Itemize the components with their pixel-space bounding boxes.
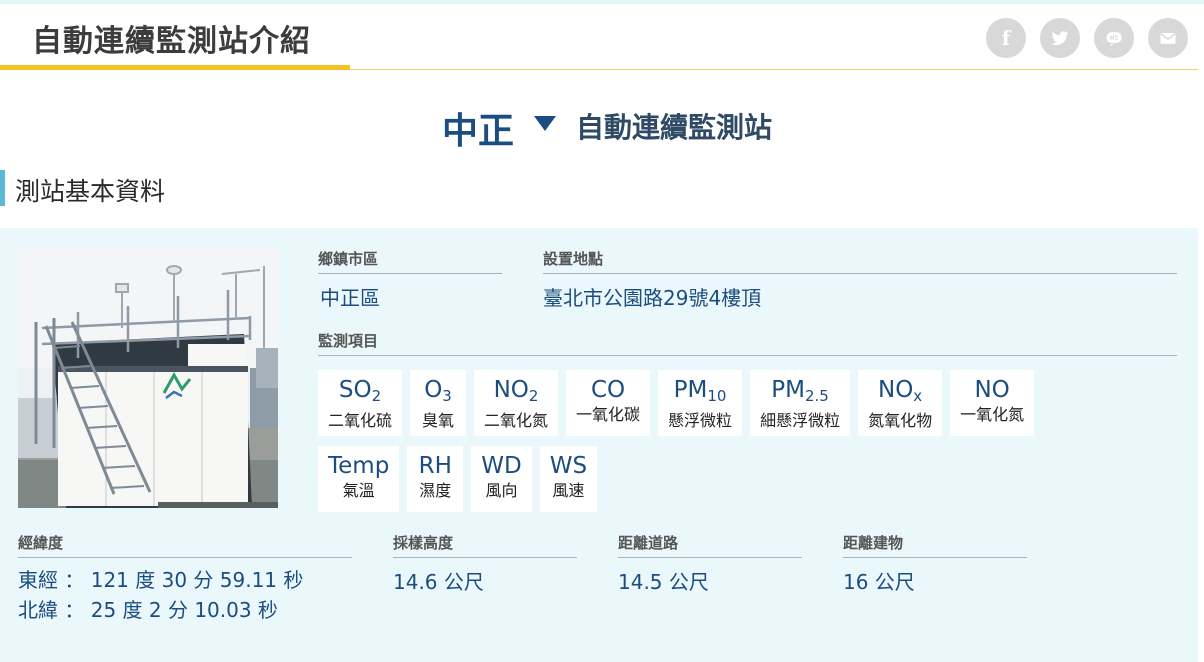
section-heading: 測站基本資料 (0, 170, 400, 206)
section-title: 測站基本資料 (15, 177, 166, 206)
station-info-panel: 鄉鎮市區 中正區 設置地點 臺北市公園路29號4樓頂 監測項目 SO2 二氧化硫 O… (0, 228, 1198, 662)
monitoring-item-code: SO2 (328, 376, 392, 410)
facebook-share-button[interactable]: f (986, 18, 1026, 58)
monitoring-item-code: PM2.5 (760, 376, 840, 410)
monitoring-item: O3 臭氧 (410, 370, 467, 436)
monitoring-item-name: 氣溫 (342, 481, 375, 500)
monitoring-item-code-base: NO (877, 377, 914, 403)
section-bar (0, 170, 5, 206)
monitoring-item-code: O3 (420, 376, 456, 410)
monitoring-item: PM2.5 細懸浮微粒 (750, 370, 851, 436)
longitude-value: 東經 ： 121 度 30 分 59.11 秒 (18, 568, 304, 592)
monitoring-items-row-2: Temp 氣溫 RH 濕度 WD 風向 WS 風速 (318, 446, 598, 512)
station-name: 中正 (442, 111, 515, 152)
monitoring-item-code: PM10 (668, 376, 732, 410)
coordinates-label: 經緯度 (18, 532, 352, 558)
monitoring-item-code-base: SO (338, 377, 372, 403)
monitoring-item-code: WS (550, 452, 587, 480)
monitoring-item-code: RH (417, 452, 453, 480)
district-label: 鄉鎮市區 (318, 248, 502, 274)
monitoring-item-code: CO (576, 376, 640, 404)
monitoring-item-name: 細懸浮微粒 (760, 411, 841, 430)
station-photo (18, 248, 278, 508)
line-icon (1106, 32, 1122, 47)
monitoring-item: SO2 二氧化硫 (318, 370, 403, 436)
monitoring-item: RH 濕度 (407, 446, 464, 512)
station-dropdown-arrow-icon[interactable] (534, 116, 556, 131)
monitoring-item-code-base: O (424, 377, 443, 403)
address-label: 設置地點 (543, 248, 1177, 274)
monitoring-item-code-subscript: 10 (707, 387, 727, 405)
monitoring-item-code-base: WD (481, 453, 522, 479)
monitoring-item-code: NOx (868, 376, 932, 410)
monitoring-item-code-subscript: 3 (442, 387, 452, 405)
page-title: 自動連續監測站介紹 (32, 24, 311, 59)
monitoring-item-code: NO2 (484, 376, 548, 410)
monitoring-item: PM10 懸浮微粒 (658, 370, 743, 436)
monitoring-item: WD 風向 (471, 446, 532, 512)
mail-share-button[interactable] (1148, 18, 1188, 58)
monitoring-item-code-subscript: 2 (371, 387, 382, 405)
monitoring-item-code-base: NO (974, 377, 1010, 403)
monitoring-item-code-base: PM (673, 377, 708, 403)
monitoring-item-name: 風向 (485, 481, 518, 500)
monitoring-item-name: 氮氧化物 (868, 411, 933, 430)
monitoring-item-name: 臭氧 (422, 411, 455, 430)
latitude-value: 北緯 ： 25 度 2 分 10.03 秒 (18, 598, 278, 622)
monitoring-item-name: 懸浮微粒 (668, 411, 733, 430)
monitoring-item-name: 二氧化硫 (328, 411, 393, 430)
monitoring-items-label: 監測項目 (318, 330, 1177, 356)
address-value: 臺北市公園路29號4樓頂 (543, 286, 762, 310)
twitter-icon (1051, 31, 1069, 45)
station-suffix: 自動連續監測站 (576, 111, 773, 144)
monitoring-item-name: 一氧化碳 (576, 405, 641, 424)
monitoring-item-code: NO (960, 376, 1024, 404)
monitoring-item-code-subscript: 2 (528, 387, 539, 405)
building-distance-value: 16 公尺 (843, 570, 915, 594)
monitoring-item: NO 一氧化氮 (950, 370, 1035, 436)
road-distance-value: 14.5 公尺 (618, 570, 709, 594)
district-value: 中正區 (320, 286, 380, 310)
line-share-button[interactable] (1094, 18, 1134, 58)
monitoring-item-code-base: RH (418, 453, 452, 479)
monitoring-item-code-subscript: 2.5 (805, 387, 829, 405)
monitoring-item-code-base: NO (493, 377, 529, 403)
monitoring-item: WS 風速 (539, 446, 598, 512)
monitoring-item-name: 二氧化氮 (484, 411, 549, 430)
monitoring-item: NOx 氮氧化物 (858, 370, 943, 436)
monitoring-items-row-1: SO2 二氧化硫 O3 臭氧 NO2 二氧化氮 CO 一氧化碳 PM10 懸浮微粒 PM2.5 細懸浮… (318, 370, 1035, 436)
monitoring-item: CO 一氧化碳 (566, 370, 651, 436)
mail-icon (1160, 33, 1176, 44)
twitter-share-button[interactable] (1040, 18, 1080, 58)
monitoring-item-name: 風速 (552, 481, 585, 500)
building-distance-label: 距離建物 (843, 532, 1027, 558)
monitoring-item-code: WD (481, 452, 521, 480)
monitoring-item-code-subscript: x (913, 387, 923, 405)
monitoring-item: NO2 二氧化氮 (474, 370, 559, 436)
monitoring-item-name: 一氧化氮 (960, 405, 1025, 424)
road-distance-label: 距離道路 (618, 532, 802, 558)
page-header: 自動連續監測站介紹 f (0, 4, 1198, 70)
facebook-icon: f (1001, 26, 1011, 50)
sampling-height-value: 14.6 公尺 (393, 570, 484, 594)
monitoring-item-code-base: Temp (328, 453, 390, 479)
station-selector: 中正 自動連續監測站 (0, 100, 1204, 152)
monitoring-item: Temp 氣溫 (318, 446, 400, 512)
sampling-height-label: 採樣高度 (393, 532, 577, 558)
monitoring-item-code: Temp (328, 452, 389, 480)
monitoring-item-name: 濕度 (419, 481, 452, 500)
monitoring-item-code-base: CO (590, 377, 626, 403)
title-underline (0, 65, 350, 70)
monitoring-item-code-base: PM (771, 377, 805, 403)
monitoring-item-code-base: WS (549, 453, 588, 479)
